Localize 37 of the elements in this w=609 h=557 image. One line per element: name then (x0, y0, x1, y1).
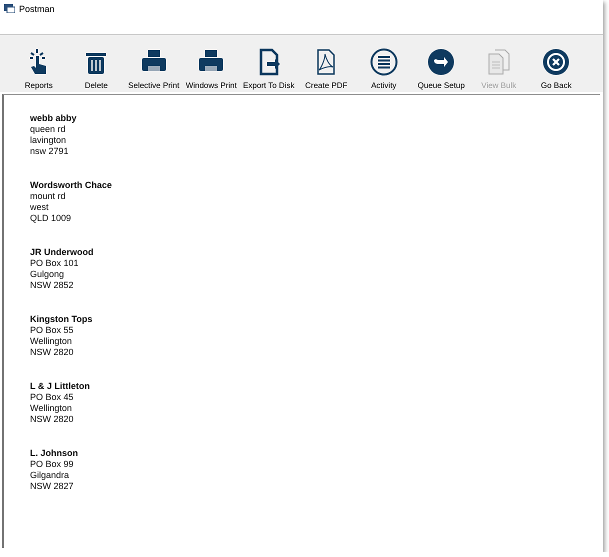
recipient-name: Kingston Tops (30, 314, 94, 325)
toolbar-button[interactable]: Create PDF (298, 38, 355, 90)
address-line: nsw 2791 (30, 146, 70, 157)
address-line: queen rd (30, 124, 67, 135)
toolbar-button[interactable]: Selective Print (125, 38, 182, 90)
address-line: PO Box 55 (30, 325, 75, 336)
address-line: Gilgandra (30, 470, 70, 481)
window-title: Postman (19, 4, 55, 14)
address-line: QLD 1009 (30, 213, 72, 224)
toolbar-button[interactable]: Reports (10, 38, 68, 90)
address-line: PO Box 99 (30, 459, 75, 470)
address-line: lavington (30, 135, 68, 146)
close-icon (542, 48, 570, 76)
recipient-name: L. Johnson (30, 448, 79, 459)
address-line: Wellington (30, 336, 73, 347)
toolbar-button[interactable]: Windows Print (182, 38, 240, 90)
toolbar-button[interactable]: Go Back (528, 38, 585, 90)
app-icon (4, 4, 15, 13)
address-line: Gulgong (30, 269, 66, 280)
recipient-name: webb abby (30, 113, 78, 124)
toolbar-button[interactable]: Activity (355, 38, 412, 90)
toolbar-button[interactable]: Delete (68, 38, 125, 90)
list-icon (370, 48, 398, 76)
address-line: Wellington (30, 403, 73, 414)
address-line: PO Box 101 (30, 258, 80, 269)
address-line: NSW 2852 (30, 280, 75, 291)
address-line: mount rd (30, 191, 67, 202)
recipient-name: JR Underwood (30, 247, 95, 258)
toolbar-button[interactable]: Queue Setup (412, 38, 470, 90)
recipient-name: L & J Littleton (30, 381, 91, 392)
address-line: NSW 2820 (30, 414, 75, 425)
address-line: west (30, 202, 50, 213)
toolbar-button[interactable]: Export To Disk (240, 38, 298, 90)
address-line: NSW 2827 (30, 481, 75, 492)
recipient-name: Wordsworth Chace (30, 180, 113, 191)
address-line: NSW 2820 (30, 347, 75, 358)
address-line: PO Box 45 (30, 392, 75, 403)
